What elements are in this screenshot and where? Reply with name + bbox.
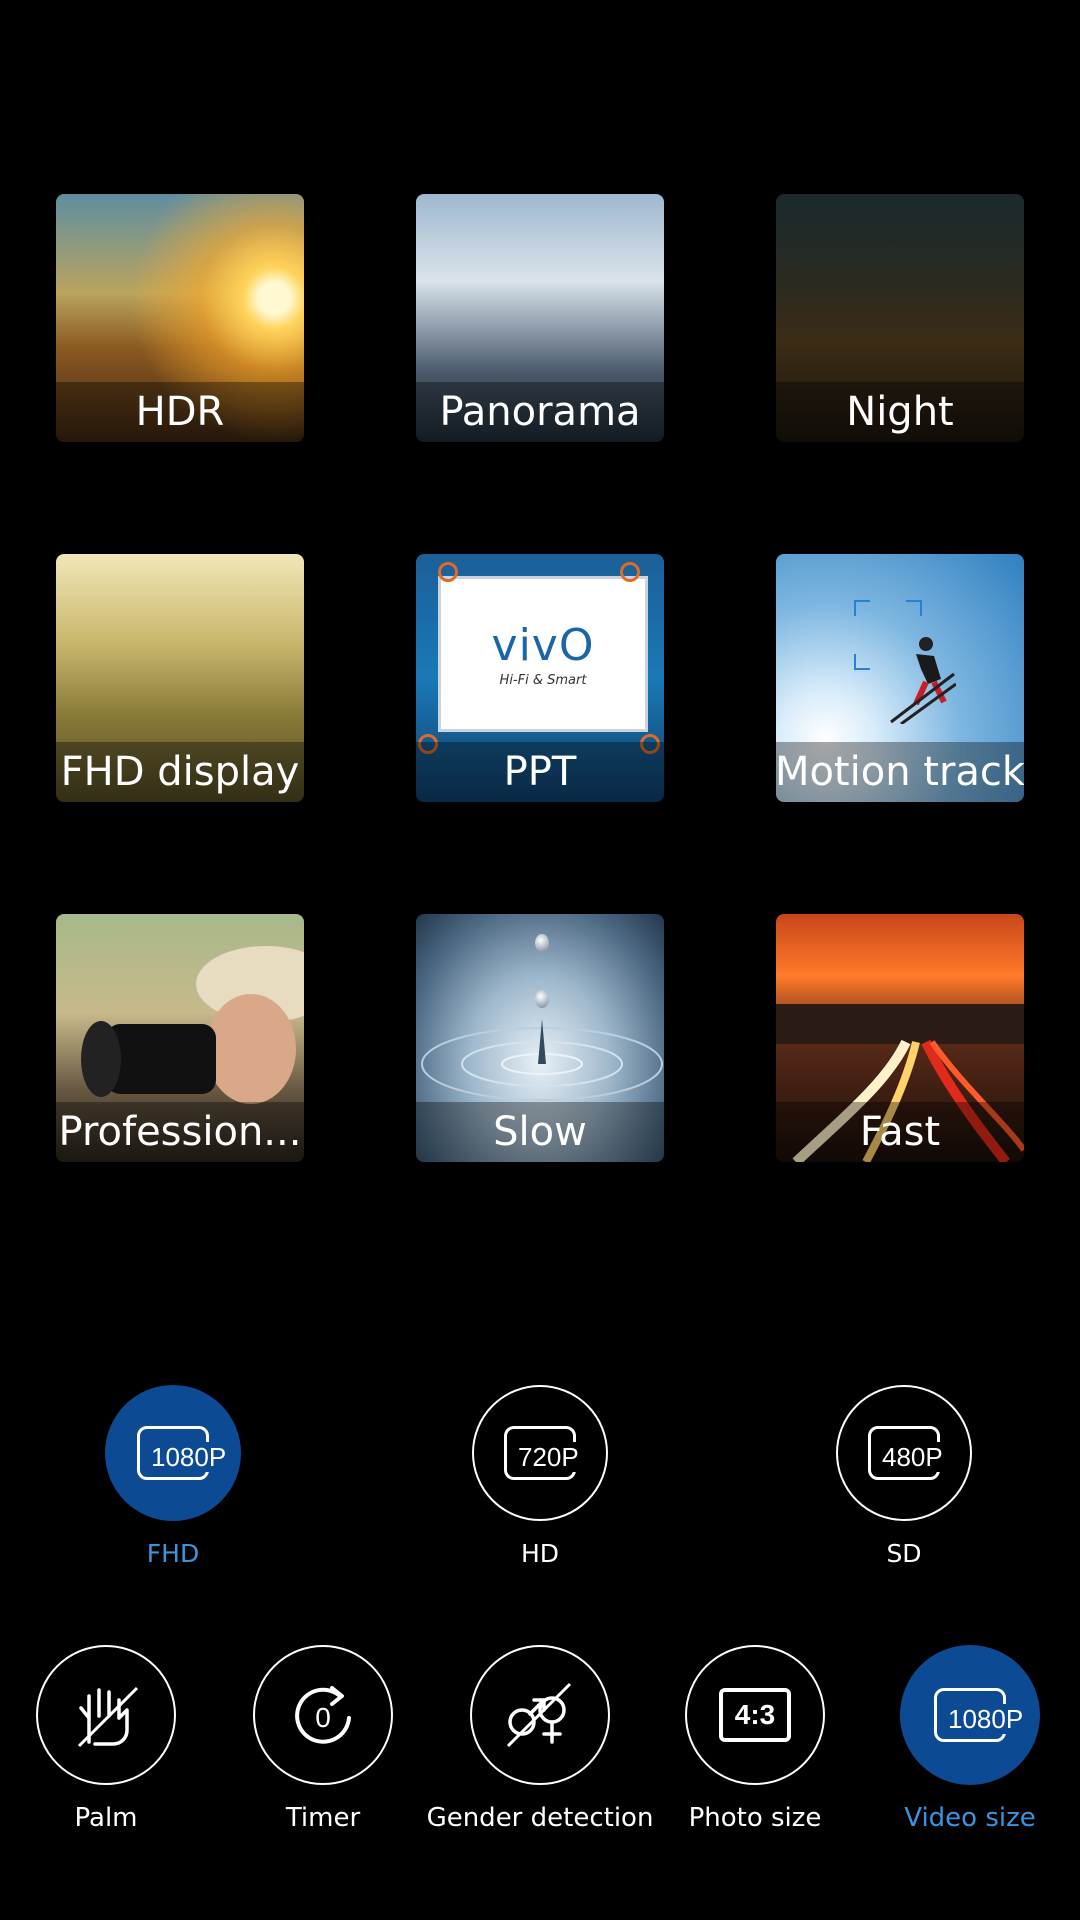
focus-corner-icon [854,654,870,670]
resolution-option-hd[interactable]: 720P HD [470,1385,610,1568]
toolbar-item-video-size[interactable]: 1080P Video size [880,1645,1060,1833]
mode-label: Night [776,382,1024,442]
vivo-logo: vivO [491,620,595,671]
mode-tile-professional[interactable]: Profession... [56,914,304,1162]
ppt-screen: vivO Hi-Fi & Smart [438,576,648,732]
hd-button[interactable]: 720P [472,1385,608,1521]
focus-corner-icon [854,600,870,616]
mode-label: Profession... [56,1102,304,1162]
fhd-button[interactable]: 1080P [105,1385,241,1521]
gender-detection-icon [506,1682,572,1748]
skier-icon [890,637,956,724]
vivo-tagline: Hi-Fi & Smart [499,673,587,688]
mode-label: Fast [776,1102,1024,1162]
mode-tile-panorama[interactable]: Panorama [416,194,664,442]
toolbar-label: Video size [904,1803,1036,1833]
video-size-button[interactable]: 1080P [900,1645,1040,1785]
focus-corner-icon [906,600,922,616]
resolution-option-fhd[interactable]: 1080P FHD [103,1385,243,1568]
resolution-label: FHD [146,1539,200,1568]
toolbar-label: Gender detection [426,1803,654,1833]
toolbar-item-palm[interactable]: Palm [16,1645,196,1833]
mode-label: HDR [56,382,304,442]
toolbar-item-timer[interactable]: 0 Timer [233,1645,413,1833]
svg-text:0: 0 [315,1702,331,1733]
mode-tile-hdr[interactable]: HDR [56,194,304,442]
toolbar-label: Palm [74,1803,138,1833]
gender-detection-button[interactable] [470,1645,610,1785]
video-frame-icon: 480P [868,1426,945,1480]
corner-marker-icon [620,562,640,582]
mode-label: Motion track [776,742,1024,802]
resolution-option-sd[interactable]: 480P SD [834,1385,974,1568]
photo-size-button[interactable]: 4:3 [685,1645,825,1785]
sd-button[interactable]: 480P [836,1385,972,1521]
video-frame-icon: 1080P [137,1426,229,1480]
video-frame-icon: 720P [504,1426,581,1480]
mode-tile-fhd-display[interactable]: FHD display [56,554,304,802]
photo-size-icon: 4:3 [719,1688,791,1742]
mode-tile-fast[interactable]: Fast [776,914,1024,1162]
mode-tile-motion-track[interactable]: Motion track [776,554,1024,802]
mode-tile-night[interactable]: Night [776,194,1024,442]
palm-icon [77,1686,139,1748]
mode-tile-ppt[interactable]: vivO Hi-Fi & Smart PPT [416,554,664,802]
timer-button[interactable]: 0 [253,1645,393,1785]
mode-label: Panorama [416,382,664,442]
mode-label: FHD display [56,742,304,802]
corner-marker-icon [438,562,458,582]
toolbar-item-photo-size[interactable]: 4:3 Photo size [665,1645,845,1833]
mode-label: Slow [416,1102,664,1162]
timer-icon: 0 [295,1686,351,1744]
resolution-label: SD [886,1539,922,1568]
video-size-icon: 1080P [934,1688,1026,1742]
palm-button[interactable] [36,1645,176,1785]
toolbar-label: Timer [285,1803,361,1833]
toolbar-label: Photo size [688,1803,822,1833]
resolution-label: HD [520,1539,560,1568]
mode-tile-slow[interactable]: Slow [416,914,664,1162]
mode-label: PPT [416,742,664,802]
toolbar-item-gender-detection[interactable]: Gender detection [427,1645,653,1833]
